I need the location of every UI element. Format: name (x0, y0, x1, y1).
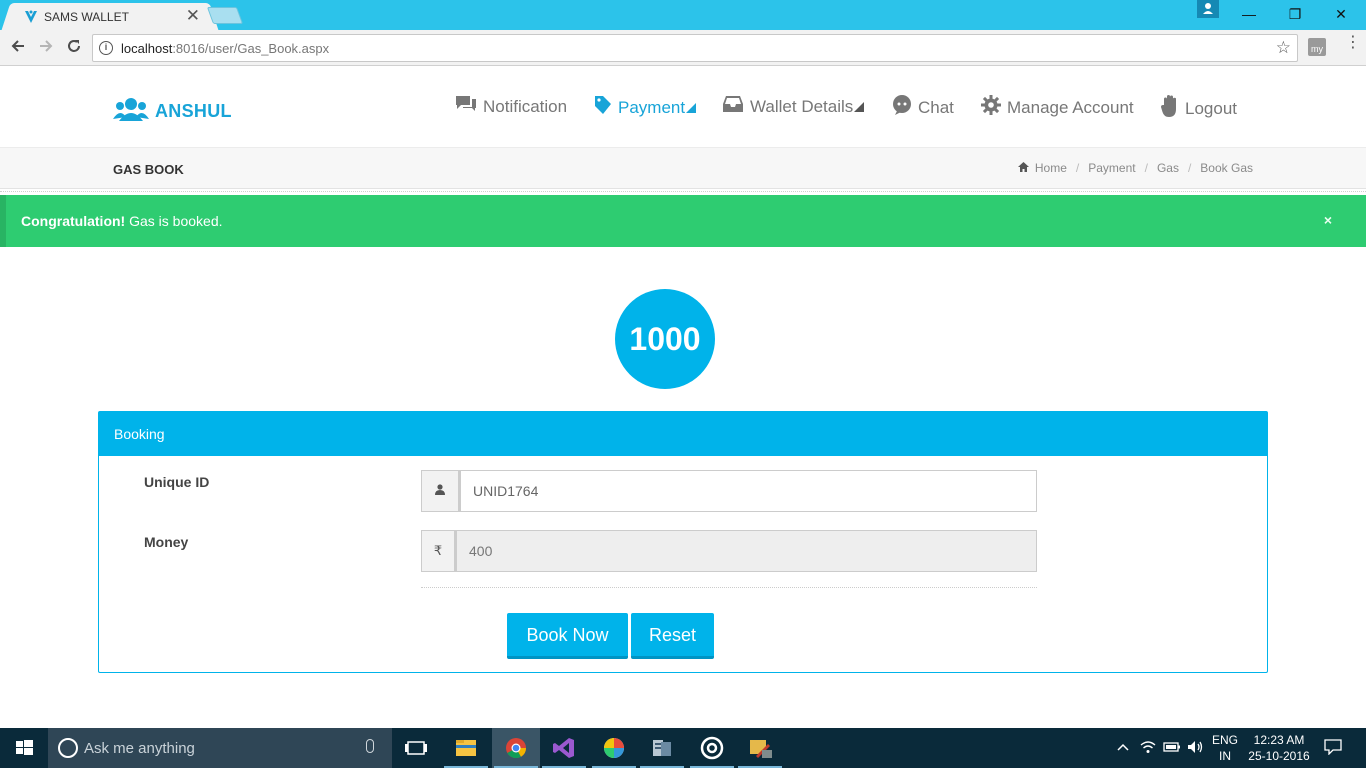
breadcrumb: Home / Payment / Gas / Book Gas (1017, 161, 1253, 175)
booking-panel: Booking Unique ID UNID1764 Money ₹ 400 B… (98, 411, 1268, 673)
page-title-bar: GAS BOOK Home / Payment / Gas / Book Gas (0, 147, 1366, 192)
home-icon (1017, 161, 1029, 175)
success-alert: Congratulation! Gas is booked. × (0, 195, 1366, 247)
page-title: GAS BOOK (113, 162, 184, 177)
windows-start-icon[interactable] (0, 728, 48, 768)
system-clock[interactable]: 12:23 AM 25-10-2016 (1244, 732, 1314, 764)
unique-id-label: Unique ID (144, 474, 210, 490)
tab-title: SAMS WALLET (44, 10, 129, 24)
inbox-icon (722, 95, 744, 118)
clock-time: 12:23 AM (1253, 733, 1305, 747)
url-text: localhost:8016/user/Gas_Book.aspx (121, 41, 330, 56)
minimize-button[interactable]: — (1226, 0, 1272, 28)
info-icon[interactable]: i (99, 41, 113, 55)
chrome-icon[interactable] (492, 728, 540, 768)
brand-name: ANSHUL (155, 101, 232, 121)
bookmark-star-icon[interactable]: ☆ (1276, 38, 1291, 58)
nav-manage-account[interactable]: Manage Account (981, 95, 1134, 120)
nav-label: Chat (918, 97, 954, 117)
breadcrumb-book-gas: Book Gas (1200, 161, 1253, 175)
restore-button[interactable]: ❐ (1272, 0, 1318, 28)
nav-chat[interactable]: Chat (892, 95, 954, 120)
chat-icon (892, 95, 912, 120)
file-explorer-icon[interactable] (442, 728, 490, 768)
tools-app-icon[interactable] (736, 728, 784, 768)
nav-label: Wallet Details (750, 96, 854, 116)
battery-icon[interactable] (1163, 740, 1181, 757)
hand-icon (1161, 95, 1179, 122)
panel-heading: Booking (99, 412, 1267, 456)
user-icon (421, 470, 459, 512)
target-app-icon[interactable] (688, 728, 736, 768)
cortana-icon (58, 738, 78, 758)
visual-studio-icon[interactable] (540, 728, 588, 768)
comments-icon (455, 95, 477, 118)
form-divider (421, 587, 1037, 588)
site-header: ANSHUL Notification Payment Wallet Detai… (0, 67, 1366, 147)
rupee-icon: ₹ (421, 530, 455, 572)
show-hidden-icons[interactable] (1116, 740, 1130, 757)
microphone-icon[interactable] (366, 739, 374, 753)
tag-icon (594, 95, 612, 120)
unique-id-field[interactable]: UNID1764 (459, 470, 1037, 512)
cortana-search-box[interactable]: Ask me anything (48, 728, 392, 768)
reset-button[interactable]: Reset (631, 613, 714, 659)
browser-tab[interactable]: SAMS WALLET ✕ (14, 3, 206, 30)
back-arrow-icon[interactable] (8, 38, 28, 58)
money-label: Money (144, 534, 189, 550)
wallet-favicon-icon (24, 9, 38, 30)
wifi-icon[interactable] (1140, 740, 1156, 757)
extension-my-icon[interactable]: my (1308, 38, 1326, 56)
forward-arrow-icon[interactable] (36, 38, 56, 58)
picasa-icon[interactable] (590, 728, 638, 768)
windows-taskbar: Ask me anything ENG IN 12:23 AM 25-10-20… (0, 728, 1366, 768)
money-field[interactable]: 400 (455, 530, 1037, 572)
chrome-menu-icon[interactable]: ⋮ (1345, 35, 1361, 51)
search-placeholder: Ask me anything (84, 740, 195, 757)
breadcrumb-payment[interactable]: Payment (1088, 161, 1135, 175)
address-bar[interactable]: i localhost:8016/user/Gas_Book.aspx ☆ (92, 34, 1298, 62)
gear-icon (981, 95, 1001, 120)
alert-close-icon[interactable]: × (1324, 212, 1332, 228)
nav-label: Payment (618, 97, 686, 117)
unique-id-group: UNID1764 (421, 470, 1037, 512)
tab-close-icon[interactable]: ✕ (186, 6, 200, 26)
dropdown-caret-icon (854, 101, 865, 112)
nav-wallet-details[interactable]: Wallet Details (722, 95, 865, 118)
profile-icon[interactable] (1197, 0, 1219, 18)
users-icon (113, 97, 149, 126)
new-tab-button[interactable] (206, 7, 244, 24)
language-indicator[interactable]: ENG IN (1212, 732, 1238, 764)
nav-payment[interactable]: Payment (594, 95, 697, 120)
nav-logout[interactable]: Logout (1161, 95, 1237, 122)
breadcrumb-gas[interactable]: Gas (1157, 161, 1179, 175)
breadcrumb-home[interactable]: Home (1035, 161, 1067, 175)
clock-date: 25-10-2016 (1248, 749, 1310, 763)
nav-notification[interactable]: Notification (455, 95, 567, 118)
book-now-button[interactable]: Book Now (507, 613, 628, 659)
dropdown-caret-icon (686, 102, 697, 113)
browser-titlebar: SAMS WALLET ✕ — ❐ ✕ (0, 0, 1366, 30)
alert-message: Congratulation! Gas is booked. (21, 213, 223, 229)
money-group: ₹ 400 (421, 530, 1037, 572)
reload-icon[interactable] (64, 38, 84, 58)
iis-manager-icon[interactable] (638, 728, 686, 768)
task-view-icon[interactable] (392, 728, 440, 768)
nav-label: Notification (483, 96, 568, 116)
nav-label: Manage Account (1007, 97, 1134, 117)
nav-label: Logout (1185, 98, 1237, 118)
wallet-balance-badge: 1000 (615, 289, 715, 389)
brand[interactable]: ANSHUL (113, 97, 232, 126)
action-center-icon[interactable] (1324, 739, 1342, 758)
close-window-button[interactable]: ✕ (1318, 0, 1364, 28)
volume-icon[interactable] (1187, 740, 1205, 757)
browser-toolbar: i localhost:8016/user/Gas_Book.aspx ☆ my… (0, 30, 1366, 66)
